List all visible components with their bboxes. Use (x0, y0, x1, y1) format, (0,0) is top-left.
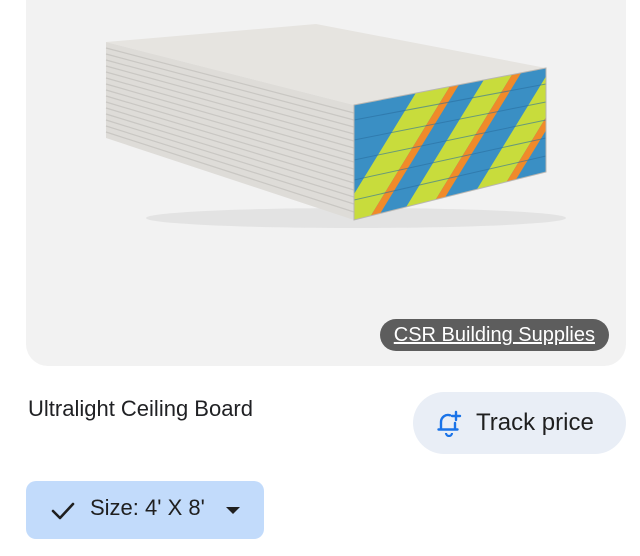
size-filter-chip[interactable]: Size: 4' X 8' (26, 481, 264, 539)
product-image (105, 24, 566, 228)
track-price-label: Track price (476, 409, 594, 436)
product-image-card[interactable]: CSR Building Supplies (26, 0, 626, 366)
size-chip-label: Size: 4' X 8' (90, 495, 205, 520)
track-price-button[interactable]: Track price (413, 392, 626, 454)
product-title: Ultralight Ceiling Board (28, 396, 253, 421)
bell-plus-icon (437, 410, 462, 437)
caret-down-icon (226, 507, 240, 514)
source-link[interactable]: CSR Building Supplies (379, 319, 609, 351)
checkmark-icon (51, 502, 75, 520)
